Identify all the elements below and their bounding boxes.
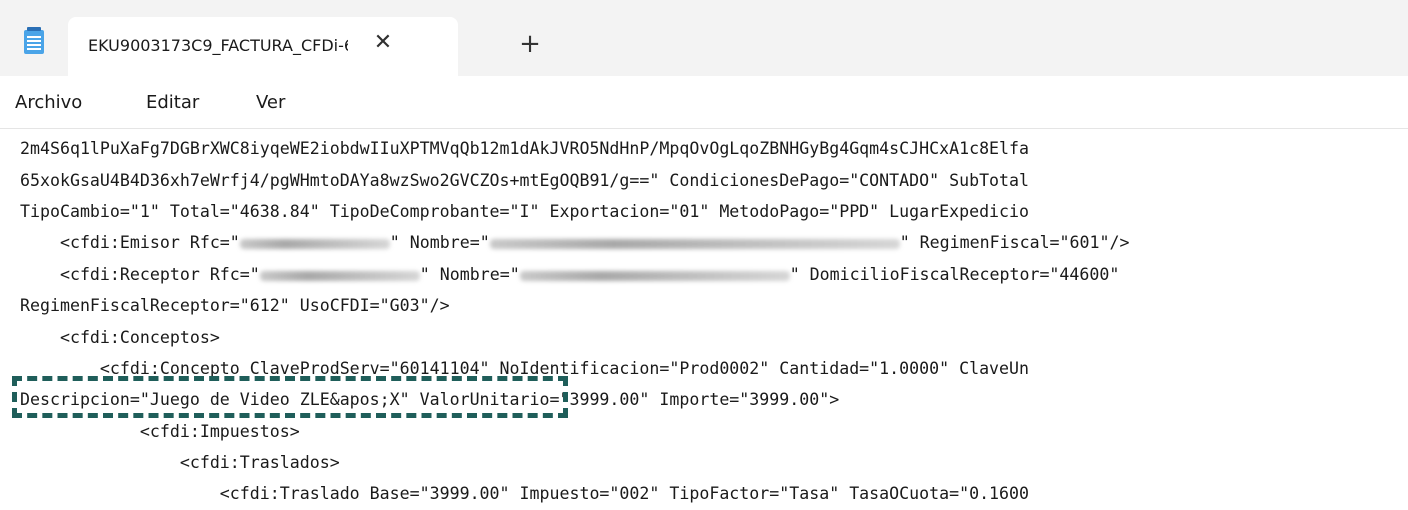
text-line: RegimenFiscalReceptor="612" UsoCFDI="G03… bbox=[20, 296, 450, 315]
new-tab-button[interactable]: + bbox=[517, 31, 543, 58]
tab-document[interactable]: EKU9003173C9_FACTURA_CFDi-6_C bbox=[68, 17, 458, 76]
redacted-rfc bbox=[239, 238, 390, 249]
text-segment: " DomicilioFiscalReceptor="44600" bbox=[789, 265, 1120, 284]
text-line: <cfdi:Emisor Rfc=" " Nombre=" " RegimenFis… bbox=[20, 228, 1130, 258]
text-segment: <cfdi:Receptor Rfc=" bbox=[20, 265, 260, 284]
menu-archivo[interactable]: Archivo bbox=[15, 92, 82, 113]
menu-bar: Archivo Editar Ver bbox=[0, 76, 1408, 129]
menu-ver[interactable]: Ver bbox=[256, 92, 285, 113]
redacted-name bbox=[489, 238, 900, 249]
notepad-icon bbox=[24, 27, 44, 54]
menu-editar[interactable]: Editar bbox=[146, 92, 199, 113]
close-tab-button[interactable]: ✕ bbox=[372, 32, 394, 54]
text-line: <cfdi:Impuestos> bbox=[20, 422, 300, 441]
title-bar: EKU9003173C9_FACTURA_CFDi-6_C ✕ + bbox=[0, 0, 1408, 76]
text-segment: " Nombre=" bbox=[389, 233, 490, 252]
close-icon: ✕ bbox=[373, 30, 393, 55]
text-line: 2m4S6q1lPuXaFg7DGBrXWC8iyqeWE2iobdwIIuXP… bbox=[20, 139, 1030, 158]
redacted-name bbox=[519, 270, 790, 281]
text-line: <cfdi:Traslado Base="3999.00" Impuesto="… bbox=[20, 484, 1030, 503]
tab-title: EKU9003173C9_FACTURA_CFDi-6_C bbox=[88, 36, 348, 55]
text-segment: <cfdi:Emisor Rfc=" bbox=[20, 233, 240, 252]
text-line: <cfdi:Traslados> bbox=[20, 453, 340, 472]
redacted-rfc bbox=[259, 270, 420, 281]
text-line: 65xokGsaU4B4D36xh7eWrfj4/pgWHmtoDAYa8wzS… bbox=[20, 171, 1030, 190]
text-segment: " Nombre=" bbox=[419, 265, 520, 284]
text-line: <cfdi:Receptor Rfc=" " Nombre=" " Domicili… bbox=[20, 260, 1119, 290]
text-line: <cfdi:Conceptos> bbox=[20, 328, 220, 347]
text-segment: " RegimenFiscal="601"/> bbox=[899, 233, 1130, 252]
highlight-box bbox=[12, 376, 568, 418]
text-line: TipoCambio="1" Total="4638.84" TipoDeCom… bbox=[20, 202, 1030, 221]
text-editor[interactable]: 2m4S6q1lPuXaFg7DGBrXWC8iyqeWE2iobdwIIuXP… bbox=[0, 129, 1408, 510]
